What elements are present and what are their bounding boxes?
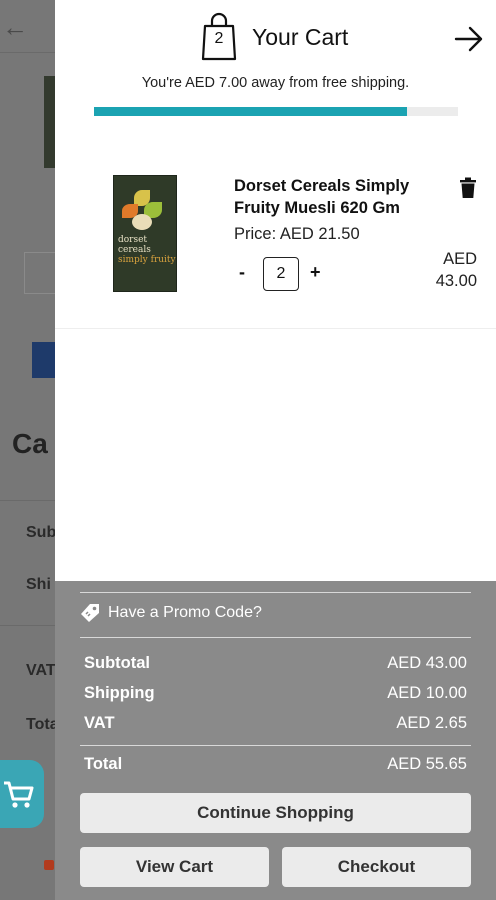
promo-code-toggle[interactable]: Have a Promo Code? bbox=[80, 601, 262, 625]
summary-value: AED 55.65 bbox=[387, 755, 467, 773]
view-cart-button[interactable]: View Cart bbox=[80, 847, 269, 887]
floating-cart-icon bbox=[0, 760, 44, 828]
continue-shopping-button[interactable]: Continue Shopping bbox=[80, 793, 471, 833]
product-image[interactable]: dorset cereals simply fruity bbox=[113, 175, 177, 292]
shipping-progress-fill bbox=[94, 107, 408, 116]
unit-price: Price: AED 21.50 bbox=[234, 225, 360, 243]
background-text: Sub bbox=[26, 524, 57, 541]
promo-code-label: Have a Promo Code? bbox=[108, 604, 262, 621]
cart-drawer: 2 Your Cart You're AED 7.00 away from fr… bbox=[55, 0, 496, 900]
trash-icon[interactable] bbox=[459, 177, 477, 199]
line-total-currency: AED bbox=[443, 250, 477, 268]
background-text: VAT bbox=[26, 662, 56, 679]
checkout-button[interactable]: Checkout bbox=[282, 847, 471, 887]
arrow-right-icon[interactable] bbox=[453, 24, 485, 54]
cart-count-badge: 2 bbox=[214, 30, 224, 47]
summary-divider bbox=[80, 592, 471, 593]
cart-header: 2 Your Cart bbox=[55, 0, 496, 80]
background-text: Tota bbox=[26, 716, 59, 733]
product-image-brand: cereals bbox=[118, 245, 151, 255]
order-summary: Have a Promo Code? Subtotal AED 43.00 Sh… bbox=[55, 581, 496, 900]
summary-value: AED 2.65 bbox=[396, 714, 467, 732]
summary-label: Total bbox=[84, 755, 123, 773]
summary-value: AED 43.00 bbox=[387, 654, 467, 672]
free-shipping-message: You're AED 7.00 away from free shipping. bbox=[141, 75, 410, 91]
shipping-progress-bar bbox=[94, 107, 458, 116]
line-total-amount: 43.00 bbox=[435, 272, 477, 290]
background-divider bbox=[0, 625, 60, 626]
summary-value: AED 10.00 bbox=[387, 684, 467, 702]
back-arrow-icon: ← bbox=[2, 12, 28, 42]
summary-divider bbox=[80, 745, 471, 746]
cart-item: dorset cereals simply fruity Dorset Cere… bbox=[55, 150, 496, 329]
summary-label: Subtotal bbox=[84, 654, 150, 672]
tag-icon bbox=[81, 604, 99, 622]
background-divider bbox=[0, 500, 60, 501]
product-name[interactable]: Dorset Cereals Simply Fruity Muesli 620 … bbox=[234, 175, 444, 219]
quantity-field[interactable]: 2 bbox=[263, 257, 299, 291]
cart-title: Your Cart bbox=[252, 24, 349, 50]
quantity-increase-button[interactable]: + bbox=[310, 262, 321, 283]
summary-label: VAT bbox=[84, 714, 115, 732]
background-home-icon bbox=[44, 860, 54, 870]
summary-label: Shipping bbox=[84, 684, 155, 702]
line-total: AED 43.00 bbox=[415, 248, 477, 292]
quantity-decrease-button[interactable]: - bbox=[239, 262, 245, 283]
background-heading: Ca bbox=[12, 428, 48, 459]
product-image-brand: dorset bbox=[118, 235, 148, 245]
summary-divider bbox=[80, 637, 471, 638]
product-image-variant: simply fruity bbox=[118, 255, 176, 265]
background-text: Shi bbox=[26, 576, 51, 593]
